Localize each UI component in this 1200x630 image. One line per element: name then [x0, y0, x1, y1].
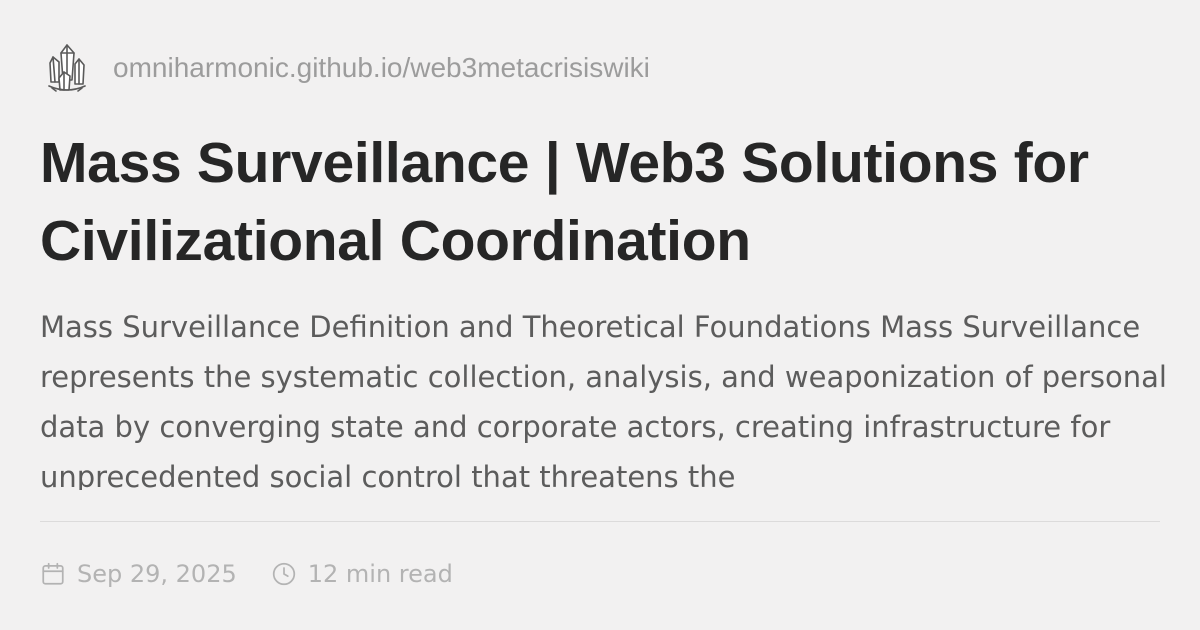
crystal-cluster-icon — [46, 41, 88, 95]
article-description: Mass Surveillance Definition and Theoret… — [40, 310, 1167, 490]
clock-icon — [271, 561, 297, 587]
publish-date: Sep 29, 2025 — [40, 560, 237, 588]
divider — [40, 521, 1160, 522]
site-header: omniharmonic.github.io/web3metacrisiswik… — [46, 40, 650, 96]
article-meta: Sep 29, 2025 12 min read — [40, 556, 453, 592]
social-preview-card: omniharmonic.github.io/web3metacrisiswik… — [0, 0, 1200, 630]
read-time-text: 12 min read — [307, 560, 453, 588]
publish-date-text: Sep 29, 2025 — [77, 560, 237, 588]
page-title: Mass Surveillance | Web3 Solutions for C… — [40, 131, 1089, 273]
site-url[interactable]: omniharmonic.github.io/web3metacrisiswik… — [113, 52, 650, 84]
calendar-icon — [40, 561, 66, 587]
read-time: 12 min read — [271, 560, 453, 588]
